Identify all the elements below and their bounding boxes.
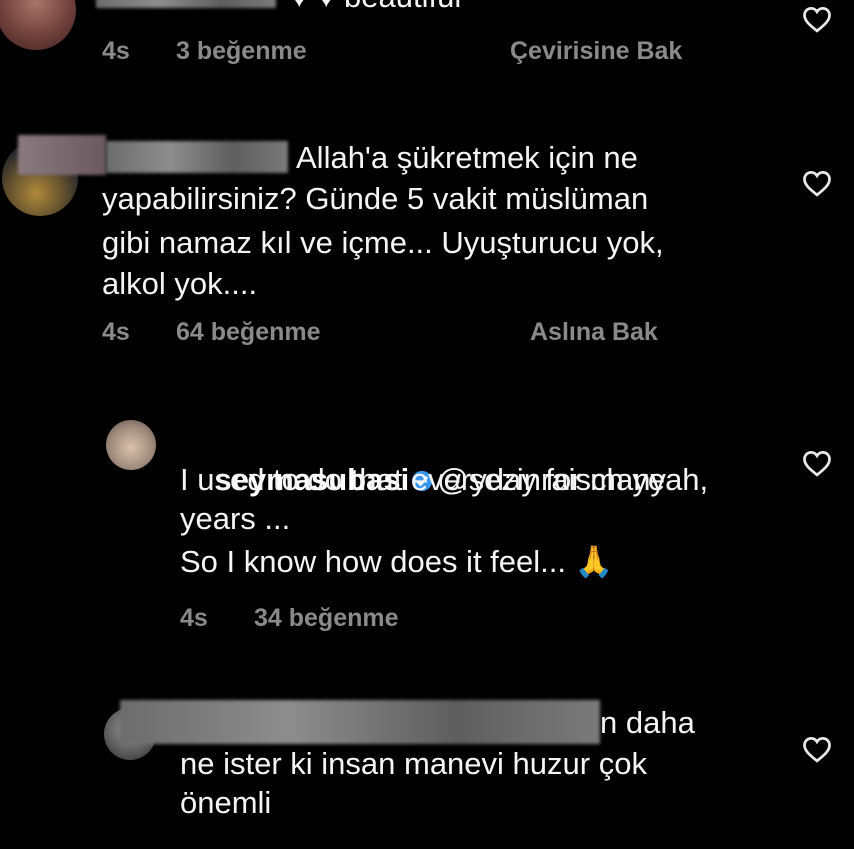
like-count[interactable]: 64 beğenme <box>176 318 321 347</box>
comment-text-line: gibi namaz kıl ve içme... Uyuşturucu yok… <box>102 225 664 260</box>
username-blurred <box>120 700 600 744</box>
avatar[interactable] <box>106 420 156 470</box>
comment-text-line: I used to do that everyday for many <box>180 462 666 497</box>
comment-text-line: years ... <box>180 501 291 536</box>
comment-time: 4s <box>102 37 130 65</box>
comment-text-line: yapabilirsiniz? Günde 5 vakit müslüman <box>102 181 649 216</box>
heart-outline-icon[interactable] <box>802 449 832 477</box>
heart-outline-icon[interactable] <box>802 5 832 33</box>
see-translation-link[interactable]: Çevirisine Bak <box>510 37 682 66</box>
comment-text-line: So I know how does it feel... 🙏 <box>180 544 614 579</box>
like-count[interactable]: 34 beğenme <box>254 604 399 633</box>
comment-text-line: ne ister ki insan manevi huzur çok <box>180 746 647 781</box>
comment-text: ♥ ♥ beautiful <box>290 0 461 17</box>
comment-time: 4s <box>102 318 130 346</box>
username-blurred <box>96 0 276 8</box>
username-blurred <box>18 135 106 175</box>
heart-outline-icon[interactable] <box>802 735 832 763</box>
comment-text-line: önemli <box>180 785 272 820</box>
comment-text-line: Allah'a şükretmek için ne <box>296 140 638 175</box>
heart-outline-icon[interactable] <box>802 169 832 197</box>
avatar[interactable] <box>0 0 76 50</box>
username-blurred <box>106 141 288 173</box>
comment-text-line: alkol yok.... <box>102 266 258 301</box>
comment-text-line: n daha <box>600 705 695 740</box>
comment-time: 4s <box>180 604 208 632</box>
like-count[interactable]: 3 beğenme <box>176 37 307 66</box>
see-original-link[interactable]: Aslına Bak <box>530 318 658 347</box>
